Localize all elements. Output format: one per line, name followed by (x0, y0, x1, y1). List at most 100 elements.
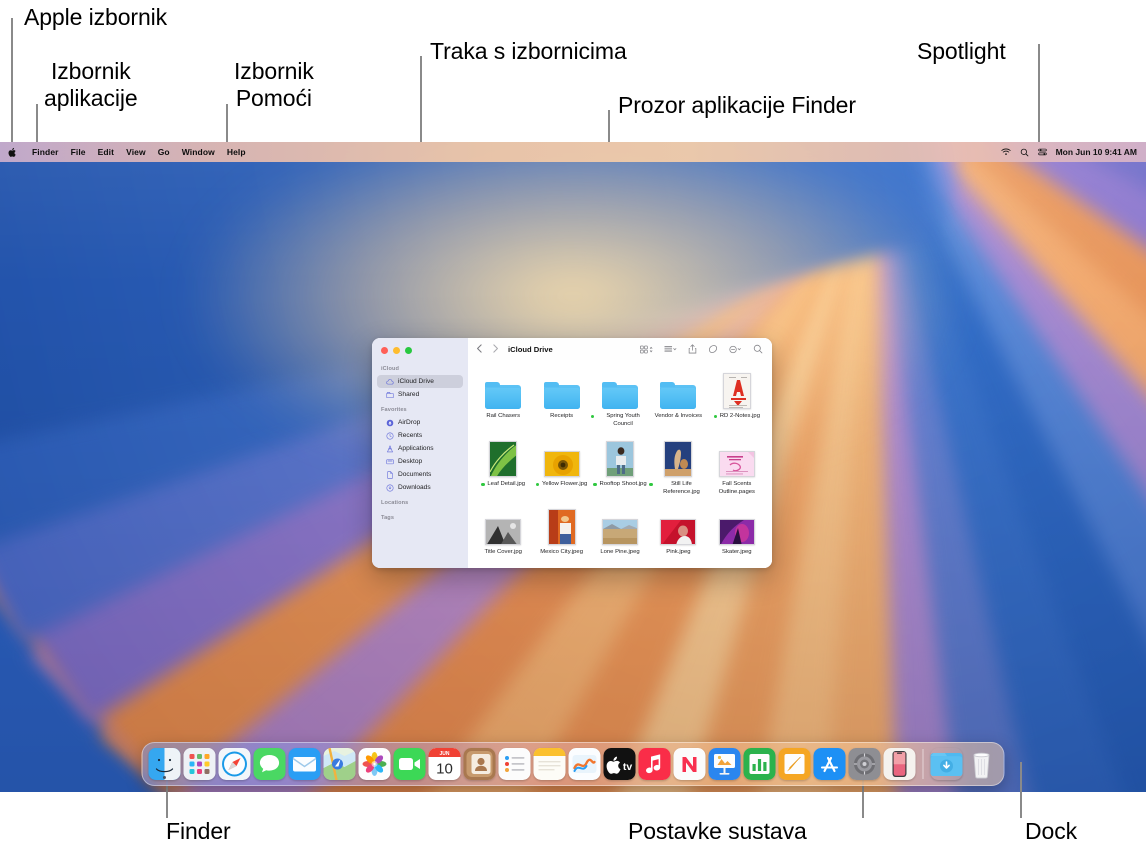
finder-toolbar[interactable]: iCloud Drive (468, 338, 772, 360)
dock-item-music[interactable] (638, 748, 671, 780)
menu-item-window[interactable]: Window (176, 147, 221, 157)
sidebar-item-airdrop[interactable]: AirDrop (377, 416, 463, 429)
dock-item-freeform[interactable] (568, 748, 601, 780)
document-icon (386, 470, 394, 479)
finder-sidebar[interactable]: iCloud iCloud Drive Shared Favorites Air… (372, 338, 468, 568)
icon-view-icon[interactable] (640, 345, 653, 354)
window-traffic-lights[interactable] (381, 347, 412, 354)
dock-item-appstore[interactable] (813, 748, 846, 780)
file-item[interactable]: RD 2-Notes.jpg (708, 367, 766, 435)
menu-item-edit[interactable]: Edit (92, 147, 120, 157)
file-item[interactable]: Lone Pine.jpeg (591, 503, 649, 568)
dock-item-system-settings[interactable] (848, 748, 881, 780)
file-label: Mexico City.jpeg (540, 549, 583, 557)
file-item[interactable]: Spring Youth Council (590, 367, 649, 435)
sidebar-label: iCloud Drive (398, 378, 434, 385)
file-label: Receipts (550, 413, 573, 421)
leader-apple-menu (11, 18, 13, 145)
dock-item-news[interactable] (673, 748, 706, 780)
finder-window[interactable]: iCloud iCloud Drive Shared Favorites Air… (372, 338, 772, 568)
search-icon[interactable] (753, 344, 763, 354)
dock-item-safari[interactable] (218, 748, 251, 780)
file-name: Spring Youth Council (606, 413, 640, 427)
finder-toolbar-actions[interactable] (640, 344, 763, 354)
dock-item-calendar[interactable]: JUN 10 (428, 748, 461, 780)
file-label: Title Cover.jpg (484, 549, 521, 557)
menu-bar-clock[interactable]: Mon Jun 10 9:41 AM (1056, 147, 1137, 157)
file-name: Yellow Flower.jpg (541, 481, 588, 487)
sidebar-item-documents[interactable]: Documents (377, 468, 463, 481)
sync-badge (481, 482, 485, 487)
wifi-icon[interactable] (1000, 148, 1011, 156)
menu-bar[interactable]: Finder File Edit View Go Window Help Mon… (0, 142, 1146, 162)
dock-item-pages[interactable] (778, 748, 811, 780)
chevron-left-icon[interactable] (476, 340, 483, 358)
file-item[interactable]: Pink.jpeg (649, 503, 707, 568)
folder-icon (543, 369, 580, 409)
dock-item-maps[interactable] (323, 748, 356, 780)
tag-icon[interactable] (708, 344, 718, 354)
dock-item-downloads-stack[interactable] (930, 748, 963, 780)
file-item[interactable]: Still Life Reference.jpg (649, 435, 707, 503)
minimize-button[interactable] (393, 347, 400, 354)
menu-item-file[interactable]: File (65, 147, 92, 157)
dock-item-keynote[interactable] (708, 748, 741, 780)
dock-item-trash[interactable] (966, 748, 998, 780)
file-item[interactable]: Title Cover.jpg (474, 503, 532, 568)
dock-item-numbers[interactable] (743, 748, 776, 780)
file-item[interactable]: Rail Chasers (474, 367, 532, 435)
file-label: Fall Scents Outline.pages (708, 481, 766, 496)
finder-main-pane: iCloud Drive Rail Chasers Receipts Sprin… (468, 338, 772, 568)
dock-item-facetime[interactable] (393, 748, 426, 780)
callout-help-menu: Izbornik Pomoći (234, 58, 314, 112)
sidebar-item-applications[interactable]: Applications (377, 442, 463, 455)
file-item[interactable]: Vendor & Invoices (649, 367, 707, 435)
dock-item-notes[interactable] (533, 748, 566, 780)
callout-spotlight: Spotlight (917, 38, 1006, 64)
image-thumbnail (485, 505, 522, 545)
file-item[interactable]: Mexico City.jpeg (532, 503, 590, 568)
file-label: Still Life Reference.jpg (649, 481, 707, 496)
sidebar-item-icloud-drive[interactable]: iCloud Drive (377, 375, 463, 388)
cloud-icon (386, 378, 394, 386)
chevron-right-icon[interactable] (492, 340, 499, 358)
dock-item-contacts[interactable] (463, 748, 496, 780)
apple-menu-icon[interactable] (8, 147, 17, 158)
group-by-icon[interactable] (664, 345, 677, 354)
menu-item-go[interactable]: Go (152, 147, 176, 157)
sidebar-item-shared[interactable]: Shared (377, 388, 463, 401)
callout-system-settings: Postavke sustava (628, 818, 807, 844)
menu-item-finder[interactable]: Finder (26, 147, 65, 157)
file-label: Vendor & Invoices (655, 413, 702, 421)
sidebar-item-recents[interactable]: Recents (377, 429, 463, 442)
dock[interactable]: JUN 10 tv (141, 742, 1005, 786)
finder-nav-buttons[interactable] (476, 340, 499, 358)
file-item[interactable]: Skater.jpeg (708, 503, 766, 568)
svg-text:10: 10 (436, 761, 453, 778)
file-item[interactable]: Receipts (532, 367, 590, 435)
dock-item-finder[interactable] (148, 748, 181, 780)
control-center-icon[interactable] (1037, 148, 1047, 156)
close-button[interactable] (381, 347, 388, 354)
menu-item-help[interactable]: Help (221, 147, 252, 157)
finder-file-grid[interactable]: Rail Chasers Receipts Spring Youth Counc… (468, 360, 772, 568)
spotlight-search-icon[interactable] (1020, 148, 1029, 157)
dock-item-iphone-mirroring[interactable] (883, 748, 916, 780)
dock-item-reminders[interactable] (498, 748, 531, 780)
sidebar-item-desktop[interactable]: Desktop (377, 455, 463, 468)
share-icon[interactable] (688, 344, 697, 354)
dock-item-photos[interactable] (358, 748, 391, 780)
dock-item-appletv[interactable]: tv (603, 748, 636, 780)
dock-item-mail[interactable] (288, 748, 321, 780)
file-item[interactable]: Leaf Detail.jpg (474, 435, 532, 503)
sync-badge (713, 414, 718, 419)
file-item[interactable]: Rooftop Shoot.jpg (591, 435, 649, 503)
dock-item-launchpad[interactable] (183, 748, 216, 780)
menu-item-view[interactable]: View (120, 147, 152, 157)
dock-item-messages[interactable] (253, 748, 286, 780)
sidebar-item-downloads[interactable]: Downloads (377, 481, 463, 494)
file-item[interactable]: Yellow Flower.jpg (532, 435, 590, 503)
more-actions-icon[interactable] (729, 345, 742, 354)
file-item[interactable]: Fall Scents Outline.pages (708, 435, 766, 503)
zoom-button[interactable] (405, 347, 412, 354)
